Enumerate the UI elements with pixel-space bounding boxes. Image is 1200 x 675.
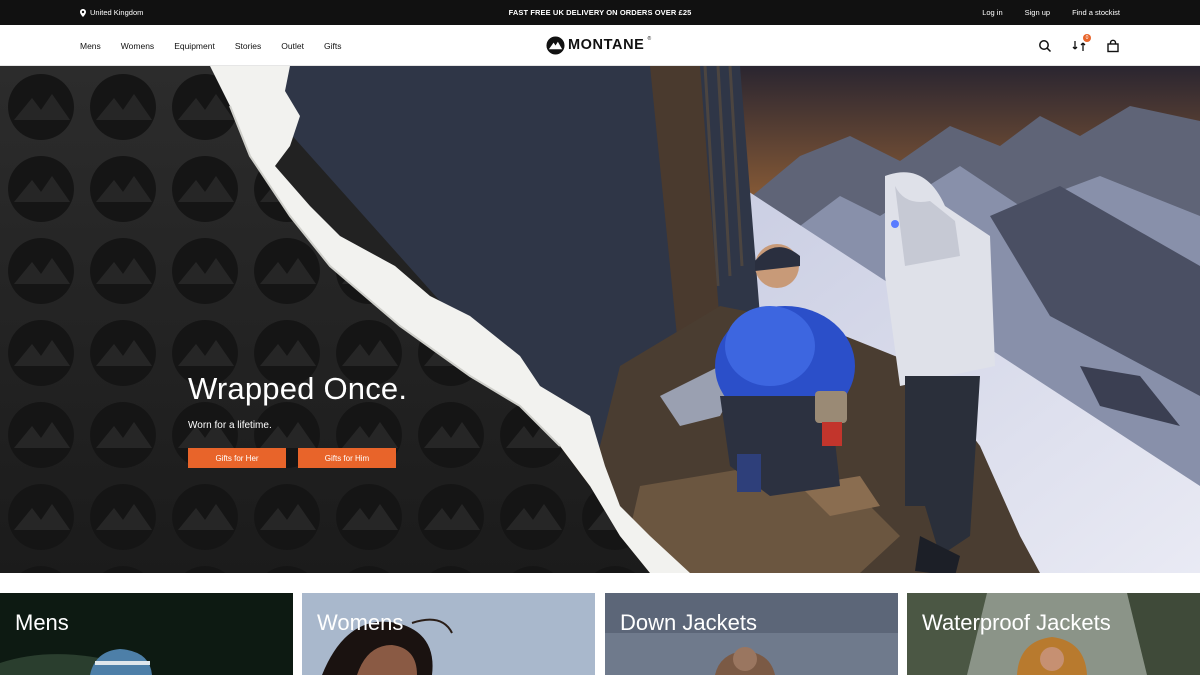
search-icon xyxy=(1039,39,1052,52)
signup-link[interactable]: Sign up xyxy=(1025,8,1050,17)
category-tile-womens[interactable]: Womens xyxy=(302,593,595,675)
nav-item-stories[interactable]: Stories xyxy=(235,41,261,51)
announcement-bar: United Kingdom FAST FREE UK DELIVERY ON … xyxy=(0,0,1200,25)
category-tiles: Mens Womens Down Jackets Waterproof Jack… xyxy=(0,593,1200,675)
login-link[interactable]: Log in xyxy=(982,8,1002,17)
location-label: United Kingdom xyxy=(90,8,144,17)
category-tile-down-jackets[interactable]: Down Jackets xyxy=(605,593,898,675)
hero-image xyxy=(0,66,1200,573)
nav-item-womens[interactable]: Womens xyxy=(121,41,154,51)
nav-item-gifts[interactable]: Gifts xyxy=(324,41,341,51)
search-button[interactable] xyxy=(1038,39,1052,53)
find-stockist-link[interactable]: Find a stockist xyxy=(1072,8,1120,17)
nav-item-equipment[interactable]: Equipment xyxy=(174,41,215,51)
tile-label: Mens xyxy=(15,610,69,635)
nav-item-outlet[interactable]: Outlet xyxy=(281,41,304,51)
hero-copy: Wrapped Once. Worn for a lifetime. Gifts… xyxy=(188,371,407,468)
hero-subheadline: Worn for a lifetime. xyxy=(188,420,272,431)
main-navigation: Mens Womens Equipment Stories Outlet Gif… xyxy=(0,25,1200,66)
tile-label: Waterproof Jackets xyxy=(922,610,1111,635)
hero-banner: Wrapped Once. Worn for a lifetime. Gifts… xyxy=(0,66,1200,573)
brand-wordmark: MONTANE xyxy=(568,37,645,53)
gifts-for-her-button[interactable]: Gifts for Her xyxy=(188,448,286,468)
hero-headline: Wrapped Once. xyxy=(188,371,408,406)
gifts-for-him-button[interactable]: Gifts for Him xyxy=(298,448,396,468)
nav-item-mens[interactable]: Mens xyxy=(80,41,101,51)
compare-count-badge: 0 xyxy=(1083,33,1091,42)
tile-label: Down Jackets xyxy=(620,610,757,635)
category-tile-mens[interactable]: Mens xyxy=(0,593,293,675)
location-selector[interactable]: United Kingdom xyxy=(80,0,143,25)
registered-mark: ® xyxy=(647,36,652,42)
cart-button[interactable] xyxy=(1106,39,1120,53)
brand-logo[interactable]: MONTANE ® xyxy=(546,35,651,55)
shopping-bag-icon xyxy=(1107,39,1119,52)
tile-label: Womens xyxy=(317,610,404,635)
category-tile-waterproof-jackets[interactable]: Waterproof Jackets xyxy=(907,593,1200,675)
map-pin-icon xyxy=(80,8,86,17)
compare-button[interactable]: 0 xyxy=(1072,33,1091,53)
montane-logo-icon xyxy=(546,35,565,55)
